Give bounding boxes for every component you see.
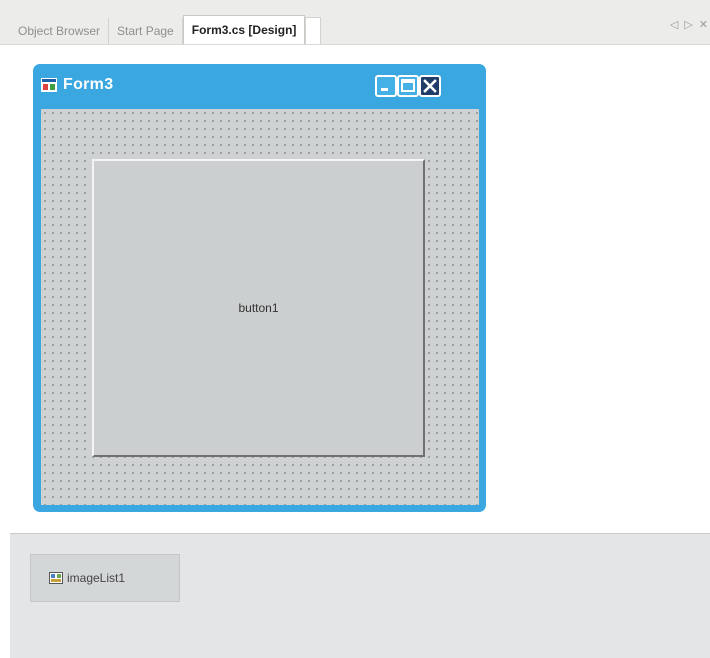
form-title-bar[interactable]: Form3 bbox=[33, 64, 486, 108]
form-client-area[interactable]: button1 bbox=[41, 109, 479, 505]
close-icon bbox=[423, 79, 437, 93]
tab-spacer bbox=[305, 17, 322, 44]
document-tab-strip: Object Browser Start Page Form3.cs [Desi… bbox=[0, 0, 710, 45]
designer-window: Object Browser Start Page Form3.cs [Desi… bbox=[0, 0, 710, 658]
form-window-icon bbox=[41, 78, 57, 92]
close-button[interactable] bbox=[419, 75, 441, 97]
tab-form3-design[interactable]: Form3.cs [Design] bbox=[182, 15, 306, 44]
close-tab-icon[interactable]: ✕ bbox=[699, 18, 708, 31]
form-title: Form3 bbox=[63, 76, 114, 93]
maximize-button[interactable] bbox=[397, 75, 419, 97]
scroll-right-icon[interactable]: ▷ bbox=[684, 18, 692, 31]
maximize-icon bbox=[401, 79, 415, 92]
tray-item-label: imageList1 bbox=[67, 571, 126, 585]
scroll-left-icon[interactable]: ◁ bbox=[670, 18, 678, 31]
tab-controls: ◁ ▷ ✕ bbox=[670, 18, 708, 31]
tab-start-page[interactable]: Start Page bbox=[109, 18, 183, 44]
component-tray[interactable]: imageList1 bbox=[10, 533, 710, 658]
tray-item-imagelist1[interactable]: imageList1 bbox=[30, 554, 180, 602]
button1-control[interactable]: button1 bbox=[92, 159, 425, 457]
minimize-button[interactable] bbox=[375, 75, 397, 97]
imagelist-icon bbox=[49, 572, 63, 584]
tab-list: Object Browser Start Page Form3.cs [Desi… bbox=[10, 14, 322, 44]
form3-window[interactable]: Form3 button1 bbox=[33, 64, 486, 512]
tab-object-browser[interactable]: Object Browser bbox=[10, 18, 110, 44]
minimize-icon bbox=[381, 88, 388, 91]
